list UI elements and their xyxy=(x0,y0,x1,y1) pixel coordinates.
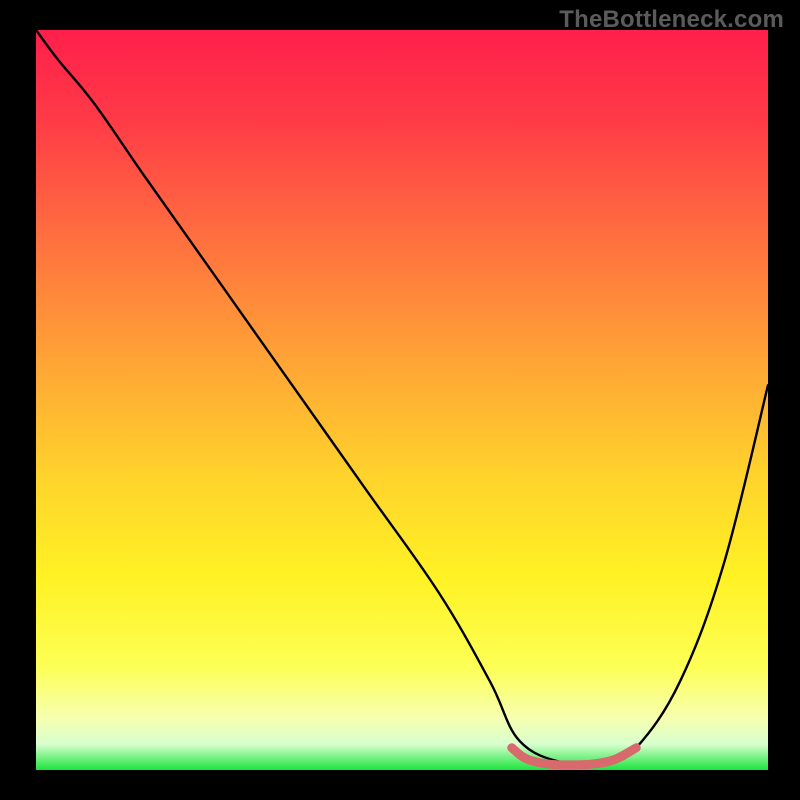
bottleneck-chart xyxy=(0,0,800,800)
gradient-plot-area xyxy=(36,30,768,770)
chart-frame: TheBottleneck.com xyxy=(0,0,800,800)
